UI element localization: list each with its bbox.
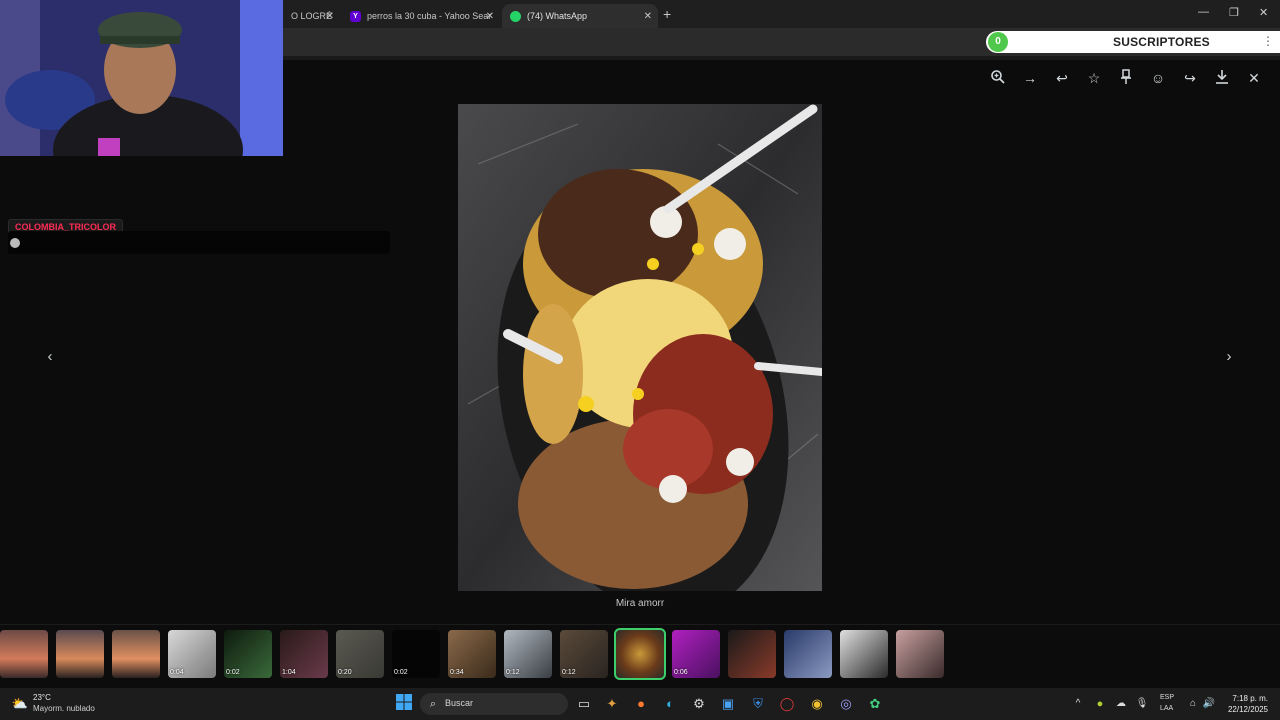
chat-message-box [8,231,390,254]
chrome-icon[interactable]: ◉ [807,694,827,714]
next-media-button[interactable]: › [1218,346,1240,368]
microphone-icon[interactable]: 🎙 [1132,694,1152,714]
media-thumbnail[interactable]: 0:20 [336,630,384,678]
obs-icon[interactable]: ◎ [836,694,856,714]
new-tab-button[interactable]: + [663,6,671,22]
media-thumbnail[interactable]: 1:04 [280,630,328,678]
media-thumbnail-selected[interactable] [614,628,666,680]
opera-icon[interactable]: ◯ [777,694,797,714]
store-icon[interactable]: ▣ [718,694,738,714]
weather-icon[interactable]: ⛅ [10,694,30,714]
media-thumbnail[interactable]: 0:12 [560,630,608,678]
weather-temperature: 23°C [33,693,51,702]
media-thumbnail[interactable] [784,630,832,678]
tab-close-icon[interactable]: ✕ [644,11,652,22]
pin-icon[interactable] [1117,69,1135,87]
settings-icon[interactable]: ⚙ [689,694,709,714]
browser-menu-icon[interactable]: ⋮ [1262,34,1274,48]
media-thumbnail[interactable]: 0:04 [168,630,216,678]
media-thumbnail[interactable]: 0:06 [672,630,720,678]
media-caption: Mira amorr [615,598,665,609]
react-icon[interactable]: ☺ [1149,69,1167,87]
webcam-overlay [0,0,283,156]
tab-whatsapp[interactable]: (74) WhatsApp ✕ [502,4,658,28]
tab-title: (74) WhatsApp [527,11,588,21]
clock-time[interactable]: 7:18 p. m. [1228,694,1268,703]
tab-1[interactable]: O LOGRÉ ✕ [283,4,340,28]
share-icon[interactable]: ↪ [1181,69,1199,87]
close-window-button[interactable]: ✕ [1259,6,1268,19]
media-thumbnail[interactable] [0,630,48,678]
windows-start-icon[interactable] [394,694,414,714]
search-placeholder: Buscar [445,698,474,708]
whatsapp-icon [510,10,521,22]
download-icon[interactable] [1213,69,1231,87]
close-icon[interactable]: ✕ [1245,69,1263,87]
previous-media-button[interactable]: ‹ [39,346,61,368]
media-thumbnail[interactable] [728,630,776,678]
media-thumbnail[interactable] [56,630,104,678]
keyboard-layout: LAA [1160,705,1174,712]
defender-icon[interactable]: ⛨ [748,694,768,714]
media-thumbnail[interactable]: 0:34 [448,630,496,678]
media-thumbnail[interactable] [112,630,160,678]
tab-close-icon[interactable]: ✕ [486,11,494,22]
subscribers-count: 0 [988,32,1008,52]
star-icon[interactable]: ☆ [1085,69,1103,87]
search-icon: ⌕ [429,698,437,710]
volume-icon[interactable]: 🔊 [1199,694,1219,714]
tab-close-icon[interactable]: ✕ [326,11,334,22]
reply-icon[interactable]: ↩ [1053,69,1071,87]
copilot-icon[interactable]: ✦ [602,694,622,714]
minimize-button[interactable]: — [1198,6,1209,18]
media-thumbnail[interactable] [896,630,944,678]
subscribers-label: SUSCRIPTORES [1113,35,1210,49]
edge-icon[interactable]: ◐ [660,694,680,714]
media-thumbnail[interactable] [840,630,888,678]
weather-description: Mayorm. nublado [33,704,95,713]
media-thumbnail[interactable]: 0:12 [504,630,552,678]
tray-app-icon[interactable]: ● [1090,694,1110,714]
forward-icon[interactable]: → [1021,69,1039,87]
tray-chevron-icon[interactable]: ^ [1068,694,1088,714]
yahoo-icon: Y [350,10,361,22]
media-thumbnail[interactable]: 0:02 [224,630,272,678]
media-thumbnail[interactable]: 0:02 [392,630,440,678]
cloud-icon[interactable]: ☁ [1111,694,1131,714]
app-icon[interactable]: ✿ [865,694,885,714]
media-photo [458,104,822,591]
maximize-button[interactable]: ❐ [1229,6,1239,19]
zoom-in-icon[interactable] [989,69,1007,87]
tab-title: perros la 30 cuba - Yahoo Sear [367,11,492,21]
firefox-icon[interactable]: ● [631,694,651,714]
task-view-icon[interactable]: ▭ [574,694,594,714]
chat-badge-icon [10,238,20,248]
clock-date: 22/12/2025 [1227,705,1268,714]
language-indicator[interactable]: ESP [1160,694,1174,701]
tab-yahoo[interactable]: Y perros la 30 cuba - Yahoo Sear ✕ [342,4,500,28]
